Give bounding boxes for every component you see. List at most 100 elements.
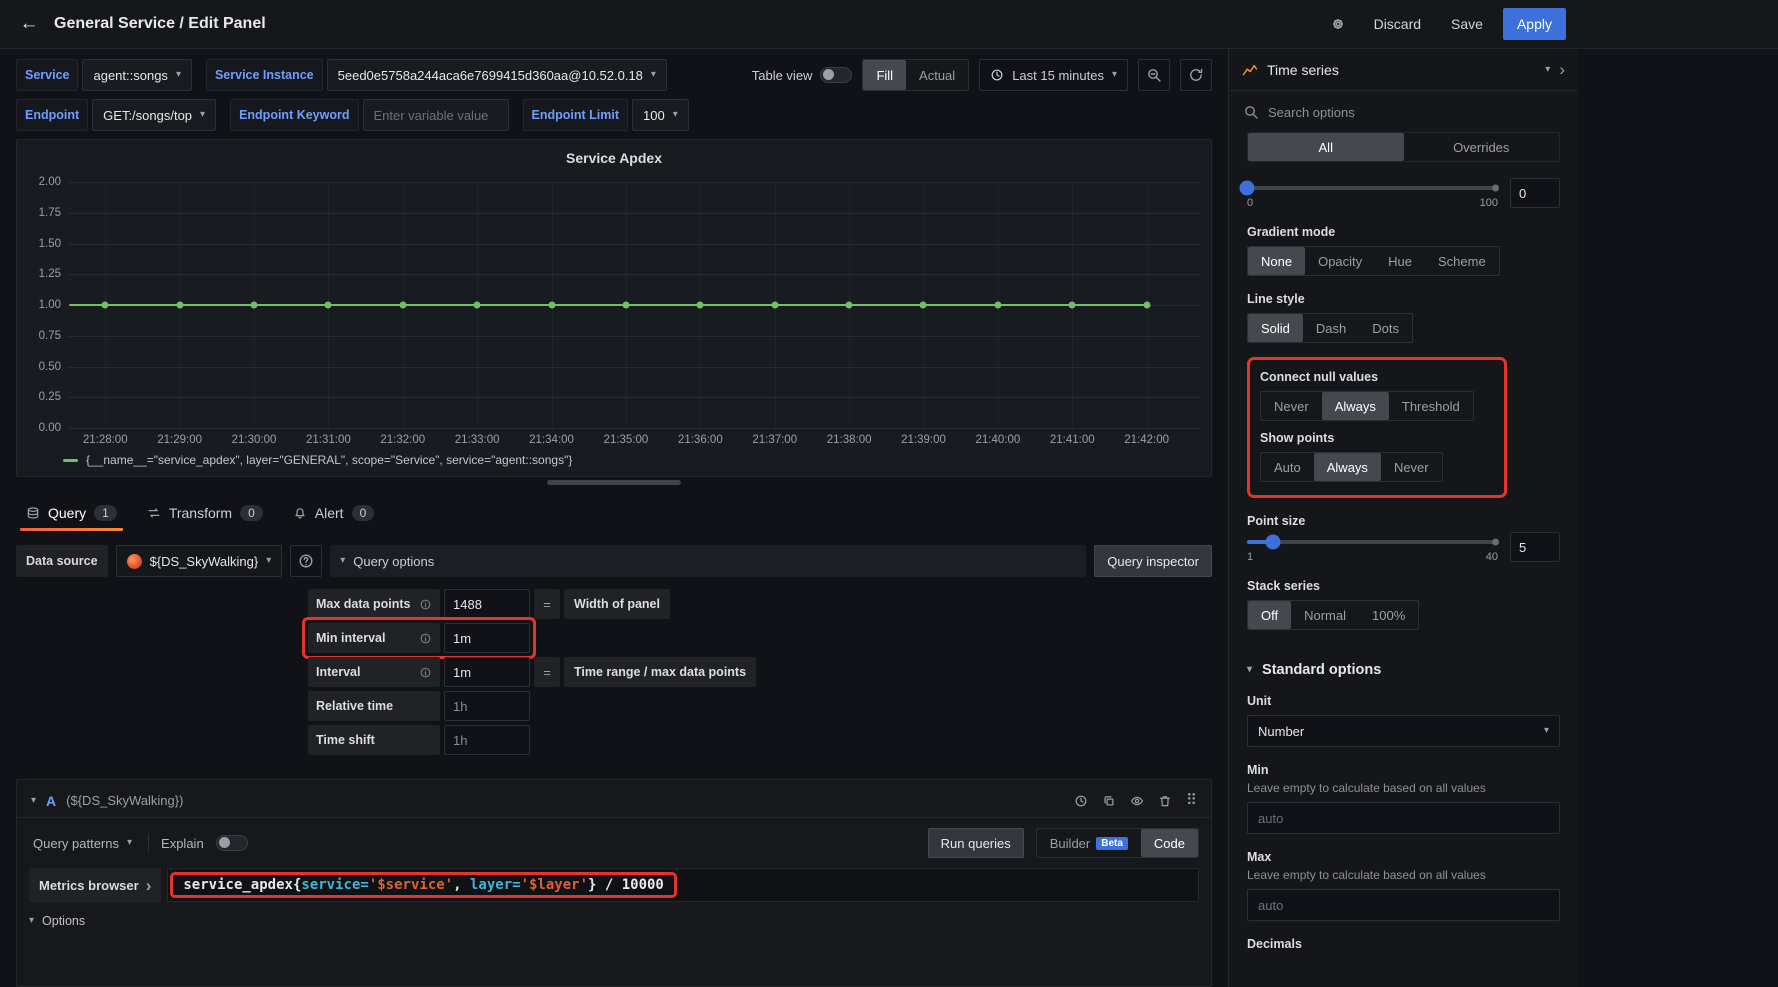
option-normal[interactable]: Normal	[1291, 601, 1359, 629]
endpoint-dropdown[interactable]: GET:/songs/top▾	[92, 99, 216, 131]
data-source-picker[interactable]: ${DS_SkyWalking} ▾	[116, 545, 283, 577]
min-interval-row: Min interval 1m	[308, 623, 1212, 653]
point-size-value[interactable]: 5	[1510, 532, 1560, 562]
option-all[interactable]: All	[1248, 133, 1404, 161]
service-instance-dropdown[interactable]: 5eed0e5758a244aca6e7699415d360aa@10.52.0…	[327, 59, 667, 91]
option-auto[interactable]: Auto	[1261, 453, 1314, 481]
max-input[interactable]	[1247, 889, 1560, 921]
max-data-points-input[interactable]: 1488	[444, 589, 530, 619]
option-actual[interactable]: Actual	[906, 60, 968, 90]
max-data-points-label: Max data points	[308, 589, 440, 619]
option-solid[interactable]: Solid	[1248, 314, 1303, 342]
relative-time-input[interactable]: 1h	[444, 691, 530, 721]
table-view-toggle[interactable]	[820, 67, 852, 83]
option-fill[interactable]: Fill	[863, 60, 906, 90]
tab-label: Transform	[169, 505, 232, 521]
option-dash[interactable]: Dash	[1303, 314, 1359, 342]
zoom-out-button[interactable]	[1138, 59, 1170, 91]
drag-handle-icon[interactable]: ⠿	[1186, 793, 1197, 808]
option-overrides[interactable]: Overrides	[1404, 133, 1560, 161]
query-history-button[interactable]	[1074, 794, 1088, 808]
min-input[interactable]	[1247, 802, 1560, 834]
remove-query-button[interactable]	[1158, 794, 1172, 808]
tab-query[interactable]: Query 1	[16, 495, 127, 531]
legend-label[interactable]: {__name__="service_apdex", layer="GENERA…	[86, 453, 572, 467]
option-never[interactable]: Never	[1381, 453, 1442, 481]
visualization-picker[interactable]: Time series ▾ ›	[1229, 49, 1578, 91]
service-dropdown[interactable]: agent::songs▾	[82, 59, 191, 91]
discard-button[interactable]: Discard	[1364, 8, 1431, 40]
query-options-collapse[interactable]: ▾ Query options	[330, 545, 1086, 577]
endpoint-limit-variable-label: Endpoint Limit	[523, 99, 628, 131]
standard-options-section[interactable]: ▾ Standard options	[1247, 662, 1560, 678]
metrics-browser-button[interactable]: Metrics browser›	[29, 868, 161, 902]
options-collapse-label[interactable]: Options	[42, 914, 85, 928]
plot-area[interactable]	[69, 182, 1201, 428]
back-button[interactable]: ←	[14, 9, 44, 39]
save-button[interactable]: Save	[1441, 8, 1493, 40]
duplicate-query-button[interactable]	[1102, 794, 1116, 808]
query-code-editor[interactable]: service_apdex{service='$service', layer=…	[167, 868, 1199, 902]
horizontal-scrollbar[interactable]	[547, 480, 681, 485]
legend-swatch	[63, 459, 78, 462]
option-threshold[interactable]: Threshold	[1389, 392, 1473, 420]
unit-select[interactable]: Number ▾	[1247, 715, 1560, 747]
back-arrow-icon: ←	[20, 13, 39, 35]
y-tick-label: 0.75	[39, 330, 61, 342]
collapse-query-icon[interactable]: ▾	[31, 796, 36, 806]
x-tick-label: 21:28:00	[83, 434, 128, 446]
min-interval-input[interactable]: 1m	[444, 623, 530, 653]
chevron-down-icon: ▾	[1112, 70, 1117, 80]
option-hue[interactable]: Hue	[1375, 247, 1425, 275]
collapse-pane-icon[interactable]: ›	[1559, 61, 1565, 78]
search-options[interactable]: Search options	[1229, 91, 1578, 122]
line-style-group: SolidDashDots	[1247, 313, 1413, 343]
template-variables-row-1: Service agent::songs▾ Service Instance 5…	[16, 59, 1212, 91]
builder-mode-button[interactable]: BuilderBeta	[1037, 829, 1141, 857]
fill-opacity-slider[interactable]	[1247, 186, 1498, 190]
unit-label: Unit	[1247, 694, 1560, 708]
query-inspector-button[interactable]: Query inspector	[1094, 545, 1212, 577]
option-none[interactable]: None	[1248, 247, 1305, 275]
line-style-label: Line style	[1247, 292, 1560, 306]
h-gridline	[69, 274, 1201, 275]
time-range-picker[interactable]: Last 15 minutes ▾	[979, 59, 1128, 91]
option-100-[interactable]: 100%	[1359, 601, 1418, 629]
tab-transform[interactable]: Transform 0	[137, 495, 273, 531]
all-overrides-tabs: AllOverrides	[1247, 132, 1560, 162]
endpoint-keyword-input[interactable]	[363, 99, 509, 131]
option-always[interactable]: Always	[1314, 453, 1381, 481]
help-circle-icon	[298, 553, 314, 569]
slider-handle[interactable]	[1265, 535, 1280, 550]
option-opacity[interactable]: Opacity	[1305, 247, 1375, 275]
apply-button[interactable]: Apply	[1503, 8, 1566, 40]
hide-response-button[interactable]	[1130, 794, 1144, 808]
code-mode-button[interactable]: Code	[1141, 829, 1198, 857]
min-helper-text: Leave empty to calculate based on all va…	[1247, 781, 1560, 795]
x-tick-label: 21:29:00	[157, 434, 202, 446]
option-never[interactable]: Never	[1261, 392, 1322, 420]
search-options-placeholder: Search options	[1268, 105, 1355, 120]
data-source-help-button[interactable]	[290, 545, 322, 577]
explain-toggle[interactable]	[216, 835, 248, 851]
fill-opacity-value[interactable]: 0	[1510, 178, 1560, 208]
query-ref-id[interactable]: A	[46, 793, 56, 809]
series-point	[622, 302, 629, 309]
slider-handle[interactable]	[1240, 181, 1255, 196]
panel-settings-button[interactable]	[1322, 8, 1354, 40]
option-always[interactable]: Always	[1322, 392, 1389, 420]
run-queries-button[interactable]: Run queries	[928, 828, 1024, 858]
query-expression[interactable]: service_apdex{service='$service', layer=…	[183, 877, 663, 893]
option-scheme[interactable]: Scheme	[1425, 247, 1499, 275]
endpoint-limit-dropdown[interactable]: 100▾	[632, 99, 689, 131]
option-dots[interactable]: Dots	[1359, 314, 1412, 342]
variable-endpoint-keyword: Endpoint Keyword	[230, 99, 508, 131]
query-patterns-dropdown[interactable]: Query patterns▾	[29, 836, 136, 851]
time-shift-input[interactable]: 1h	[444, 725, 530, 755]
option-off[interactable]: Off	[1248, 601, 1291, 629]
point-size-slider[interactable]	[1247, 540, 1498, 544]
transform-count-badge: 0	[240, 505, 263, 521]
tab-alert[interactable]: Alert 0	[283, 495, 384, 531]
fill-actual-toggle: FillActual	[862, 59, 969, 91]
refresh-button[interactable]	[1180, 59, 1212, 91]
